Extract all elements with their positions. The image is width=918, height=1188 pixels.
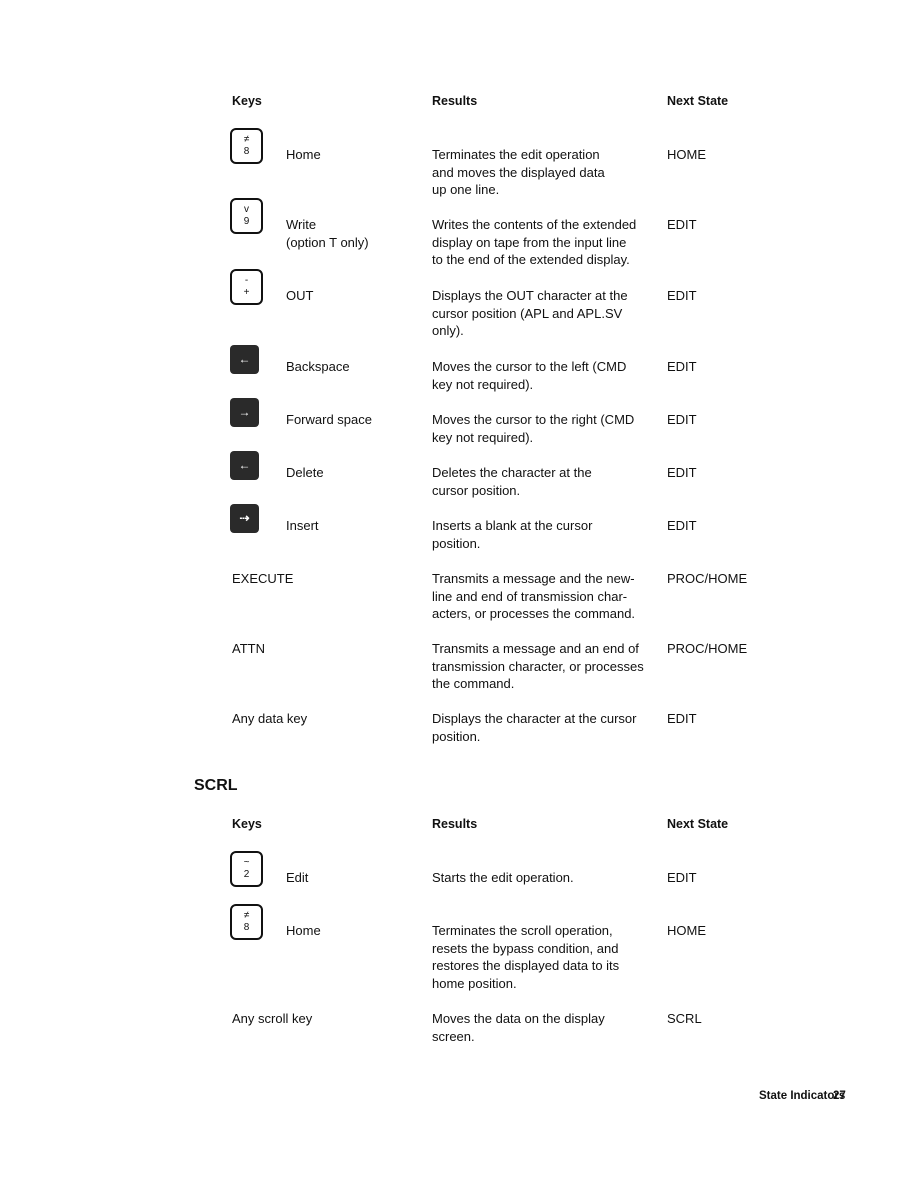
next-state: EDIT [667, 518, 697, 533]
next-state: EDIT [667, 412, 697, 427]
key-label: EXECUTE [232, 571, 294, 586]
key-label: Edit [286, 870, 309, 885]
key-label: Home [286, 923, 321, 938]
next-state: EDIT [667, 288, 697, 303]
key-icon: ~2 [230, 851, 263, 887]
page-number: 27 [833, 1090, 846, 1102]
result-text: Moves the cursor to the left (CMD key no… [432, 359, 627, 392]
next-state: SCRL [667, 1011, 702, 1026]
key-top-symbol: v [244, 204, 249, 215]
result-text: Terminates the edit operation and moves … [432, 147, 605, 197]
next-state: EDIT [667, 711, 697, 726]
key-label: ATTN [232, 641, 265, 656]
result-text: Starts the edit operation. [432, 870, 574, 885]
key-label: Delete [286, 465, 324, 480]
arrow-key-icon: ← [230, 345, 259, 374]
next-state: HOME [667, 147, 706, 162]
arrow-key-icon: ← [230, 451, 259, 480]
key-bottom-symbol: 8 [243, 922, 250, 933]
key-bottom-symbol: 9 [243, 216, 250, 227]
key-label: Forward space [286, 412, 372, 427]
key-icon: ≠ 8 [230, 904, 263, 940]
section-title: SCRL [194, 777, 238, 794]
header-results: Results [432, 94, 478, 108]
header-keys: Keys [232, 94, 262, 108]
key-bottom-symbol: 8 [243, 146, 250, 157]
arrow-key-icon: ⇢ [230, 504, 259, 533]
next-state: HOME [667, 923, 706, 938]
result-text: Deletes the character at the cursor posi… [432, 465, 592, 498]
key-label: Any scroll key [232, 1011, 313, 1026]
result-text: Terminates the scroll operation, resets … [432, 923, 620, 991]
next-state: EDIT [667, 359, 697, 374]
result-text: Writes the contents of the extended disp… [432, 217, 637, 267]
next-state: EDIT [667, 870, 697, 885]
header-keys: Keys [232, 817, 262, 831]
header-results: Results [432, 817, 478, 831]
key-top-symbol: ~ [243, 857, 250, 868]
result-text: Moves the data on the display screen. [432, 1011, 605, 1044]
key-icon: - + [230, 269, 263, 305]
key-top-symbol: - [244, 275, 249, 286]
key-icon: v9 [230, 198, 263, 234]
key-icon: ≠ 8 [230, 128, 263, 164]
key-label: Insert [286, 518, 319, 533]
key-bottom-symbol: 2 [243, 869, 250, 880]
header-next-state: Next State [667, 817, 729, 831]
next-state: PROC/HOME [667, 571, 748, 586]
result-text: Moves the cursor to the right (CMD key n… [432, 412, 635, 445]
arrow-key-icon: → [230, 398, 259, 427]
result-text: Displays the character at the cursor pos… [432, 711, 637, 744]
next-state: EDIT [667, 217, 697, 232]
key-label: Any data key [232, 711, 308, 726]
key-top-symbol: ≠ [243, 134, 250, 145]
key-top-symbol: ≠ [243, 910, 250, 921]
key-label: Home [286, 147, 321, 162]
key-label: Write (option T only) [286, 217, 369, 250]
header-next-state: Next State [667, 94, 729, 108]
document-page: Keys Results Next State ≠ 8 Home Terminates th… [0, 0, 918, 1188]
result-text: Displays the OUT character at the cursor… [432, 288, 628, 338]
result-text: Inserts a blank at the cursor position. [432, 518, 593, 551]
next-state: PROC/HOME [667, 641, 748, 656]
key-bottom-symbol: + [243, 287, 250, 298]
result-text: Transmits a message and the new- line an… [432, 571, 636, 621]
result-text: Transmits a message and an end of transm… [432, 641, 644, 691]
key-label: Backspace [286, 359, 350, 374]
key-label: OUT [286, 288, 314, 303]
next-state: EDIT [667, 465, 697, 480]
